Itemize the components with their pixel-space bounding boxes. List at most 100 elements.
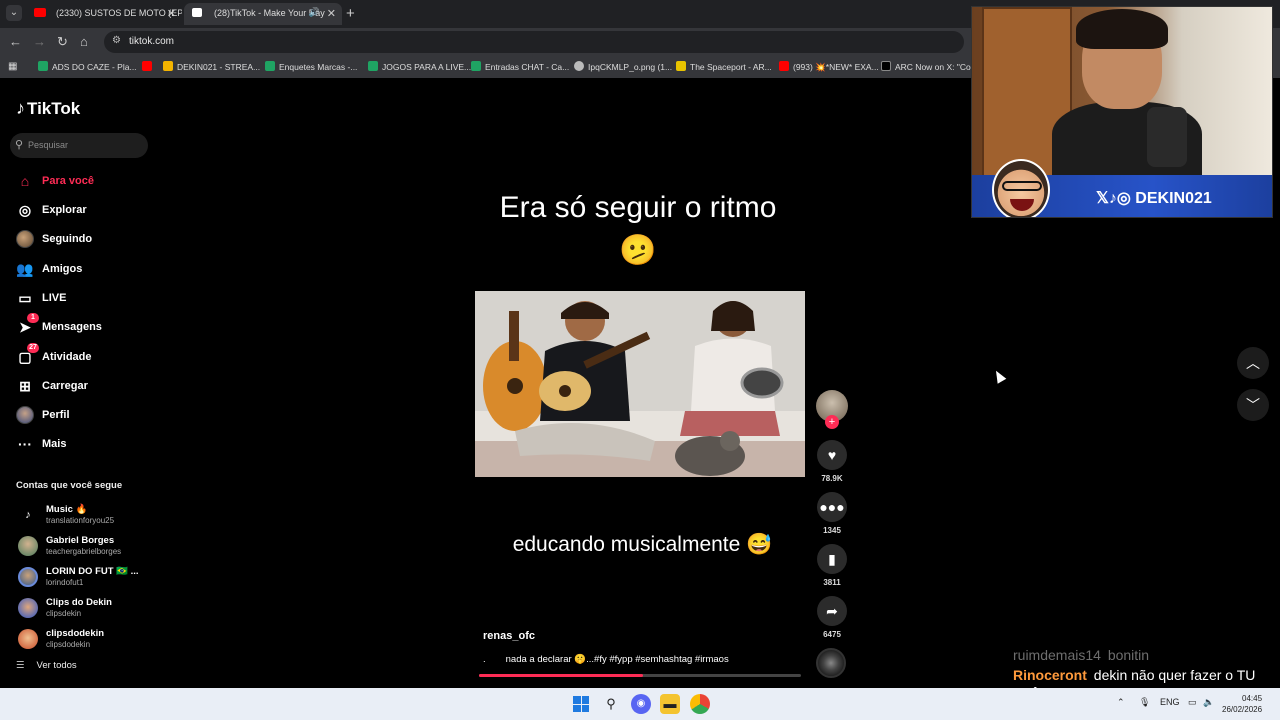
nav-activity[interactable]: ▢ 27 Atividade — [14, 343, 154, 368]
language-indicator[interactable]: ENG — [1160, 697, 1180, 707]
nav-label: Atividade — [42, 351, 92, 363]
nav-upload[interactable]: ⊞ Carregar — [14, 375, 154, 397]
bookmark-item[interactable]: Entradas CHAT - Ca... — [471, 61, 569, 72]
sheets-icon — [38, 61, 48, 71]
bookmark-item[interactable]: ADS DO CAZE - Pla... — [38, 61, 137, 72]
nav-label: Mensagens — [42, 321, 102, 333]
comment-count: 1345 — [823, 526, 841, 535]
share-count: 6475 — [823, 630, 841, 639]
video-player[interactable] — [475, 291, 805, 477]
comment-icon[interactable]: ●●● — [817, 492, 847, 522]
video-description: . nada a declarar 🤫...#fy #fypp #semhasht… — [483, 654, 729, 665]
friends-icon: 👥 — [16, 261, 34, 277]
search-icon[interactable]: ⚲ — [601, 694, 621, 714]
network-icon[interactable]: ▭ — [1188, 697, 1197, 708]
search-box[interactable]: ⚲ — [10, 133, 148, 158]
tiktok-logo[interactable]: ♪ TikTok — [16, 98, 80, 119]
description-text: nada a declarar 🤫...#fy #fypp #semhashta… — [505, 654, 729, 665]
tiktok-note-icon: ♪ — [16, 98, 25, 118]
url-text: tiktok.com — [129, 36, 175, 47]
bookmark-label: DEKIN021 - STREA... — [177, 62, 261, 72]
webcam-microphone — [1147, 107, 1187, 167]
like-action[interactable]: ♥ 78.9K — [815, 440, 849, 483]
search-input[interactable] — [28, 136, 143, 154]
bookmark-item[interactable] — [142, 61, 156, 72]
upload-plus-icon: ⊞ — [19, 378, 31, 394]
x-logo-icon — [881, 61, 891, 71]
nav-for-you[interactable]: ⌂ Para você — [14, 170, 154, 192]
windows-start-icon[interactable] — [573, 696, 589, 712]
tab-tiktok[interactable]: (28)TikTok - Make Your Day 🔊 ✕ — [184, 3, 342, 25]
following-accounts-title: Contas que você segue — [16, 480, 123, 491]
sheets-icon — [471, 61, 481, 71]
following-account[interactable]: ♪ Music 🔥 translationforyou25 — [16, 502, 156, 528]
nav-profile[interactable]: Perfil — [14, 404, 154, 426]
activity-badge: 27 — [27, 343, 39, 353]
video-frame-illustration — [475, 291, 805, 477]
save-action[interactable]: ▮ 3811 — [815, 544, 849, 587]
system-clock[interactable]: 04:45 26/02/2026 — [1222, 693, 1262, 715]
account-username: translationforyou25 — [46, 516, 115, 525]
speaker-icon[interactable]: 🔊 — [309, 7, 320, 18]
address-bar[interactable]: ⚙ tiktok.com — [104, 31, 964, 53]
video-progress-bar[interactable] — [479, 674, 801, 677]
tab-youtube[interactable]: (2330) SUSTOS DE MOTO (EP. 2 ✕ — [26, 3, 182, 25]
streamer-webcam-overlay: 𝕏♪◎ DEKIN021 — [971, 6, 1273, 218]
nav-following[interactable]: Seguindo — [14, 228, 154, 250]
see-all-link[interactable]: ☰ Ver todos — [16, 660, 77, 671]
following-account[interactable]: Clips do Dekin clipsdekin — [16, 595, 156, 621]
bookmark-item[interactable]: IpqCKMLP_o.png (1... — [574, 61, 672, 72]
apps-grid-icon[interactable]: ▦ — [8, 61, 17, 72]
nav-explore[interactable]: ◎ Explorar — [14, 199, 154, 221]
bookmark-icon[interactable]: ▮ — [817, 544, 847, 574]
share-arrow-icon[interactable]: ➦ — [817, 596, 847, 626]
new-tab-plus-icon[interactable]: + — [346, 5, 355, 22]
back-arrow-icon[interactable]: ← — [9, 34, 22, 49]
chevron-down-icon[interactable]: ﹀ — [1237, 389, 1269, 421]
reload-icon[interactable]: ↻ — [57, 34, 68, 50]
nav-label: Amigos — [42, 263, 83, 275]
close-tab-icon[interactable]: ✕ — [327, 7, 336, 20]
nav-live[interactable]: ▭ LIVE — [14, 287, 154, 309]
bookmark-label: ARC Now on X: "Co... — [895, 62, 978, 72]
site-info-icon[interactable]: ⚙ — [112, 35, 121, 46]
share-action[interactable]: ➦ 6475 — [815, 596, 849, 639]
following-account[interactable]: Gabriel Borges teachergabrielborges — [16, 533, 156, 559]
tray-chevron-up-icon[interactable]: ⌃ — [1117, 697, 1125, 708]
following-account[interactable]: clipsdodekin clipsdodekin — [16, 626, 156, 652]
messages-badge: 1 — [27, 313, 39, 323]
forward-arrow-icon[interactable]: → — [33, 34, 46, 49]
following-account[interactable]: LORIN DO FUT 🇧🇷 ... lorindofut1 — [16, 564, 156, 590]
comment-action[interactable]: ●●● 1345 — [815, 492, 849, 535]
account-avatar — [18, 567, 38, 587]
heart-icon[interactable]: ♥ — [817, 440, 847, 470]
account-name: Gabriel Borges — [46, 535, 115, 546]
bookmark-item[interactable]: JOGOS PARA A LIVE... — [368, 61, 471, 72]
sheets-icon — [368, 61, 378, 71]
close-tab-icon[interactable]: ✕ — [167, 7, 176, 20]
nav-label: Para você — [42, 175, 94, 187]
follow-plus-icon[interactable]: + — [825, 415, 839, 429]
bookmark-item[interactable]: DEKIN021 - STREA... — [163, 61, 260, 72]
tab-search-chevron-icon[interactable]: ⌄ — [6, 5, 22, 21]
video-author[interactable]: renas_ofc — [483, 630, 535, 642]
nav-more[interactable]: ··· Mais — [14, 433, 154, 455]
account-username: clipsdodekin — [46, 640, 91, 649]
discord-icon[interactable]: ◉ — [631, 694, 651, 714]
chat-message: ruimdemais14 bonitin — [1013, 647, 1273, 664]
list-icon: ☰ — [16, 660, 25, 671]
bookmark-item[interactable]: (993) 💥*NEW* EXA... — [779, 61, 879, 73]
nav-messages[interactable]: ➤ 1 Mensagens — [14, 313, 154, 338]
bookmark-item[interactable]: Enquetes Marcas -... — [265, 61, 357, 72]
music-disc-icon[interactable] — [816, 648, 846, 678]
video-caption-top: Era só seguir o ritmo 🫤 — [499, 191, 777, 267]
bookmark-item[interactable]: ARC Now on X: "Co... — [881, 61, 978, 72]
nav-friends[interactable]: 👥 Amigos — [14, 258, 154, 280]
file-explorer-icon[interactable]: ▬ — [660, 694, 680, 714]
bookmark-item[interactable]: The Spaceport - AR... — [676, 61, 772, 72]
volume-icon[interactable]: 🔈 — [1203, 697, 1214, 708]
chrome-icon[interactable] — [690, 694, 710, 714]
chevron-up-icon[interactable]: ︿ — [1237, 347, 1269, 379]
microphone-icon[interactable]: 🎙 — [1139, 697, 1150, 708]
home-icon[interactable]: ⌂ — [80, 34, 88, 49]
